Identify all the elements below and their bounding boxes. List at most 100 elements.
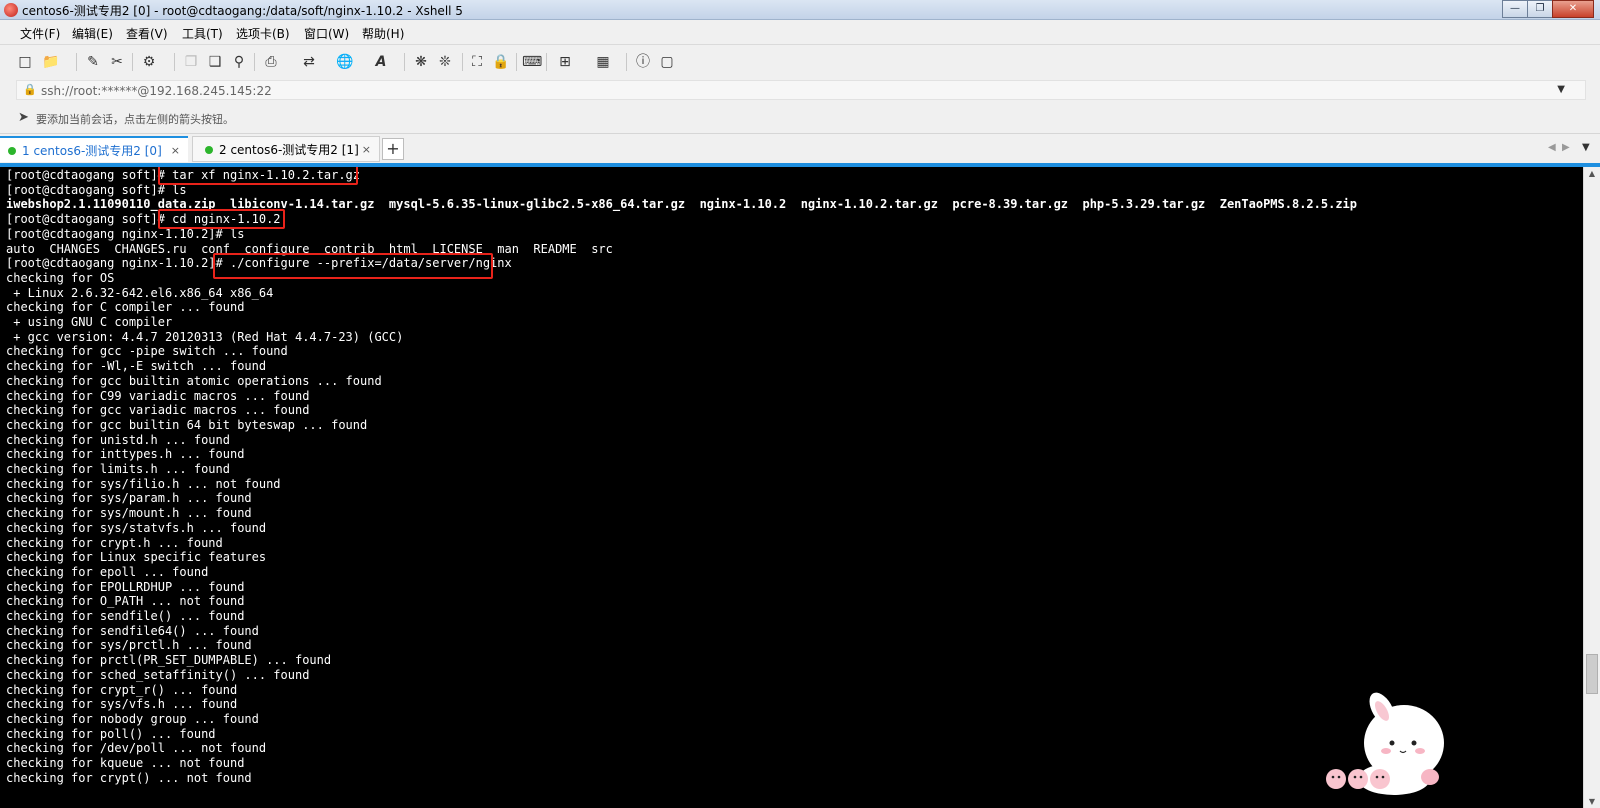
transfer-icon[interactable]: ⇄ <box>300 54 318 70</box>
terminal-line: checking for nobody group ... found <box>6 711 259 726</box>
toolbar-separator <box>516 53 517 71</box>
keyboard-icon[interactable]: ⌨ <box>522 54 542 70</box>
lock-icon[interactable]: 🔒 <box>492 54 510 70</box>
bunny-mascot-image <box>1326 692 1444 795</box>
menu-view[interactable]: 查看(V) <box>126 25 168 42</box>
terminal-line: checking for /dev/poll ... not found <box>6 741 267 756</box>
address-input[interactable]: 🔒 ssh://root:******@192.168.245.145:22 ▼ <box>16 80 1586 100</box>
terminal-line: checking for gcc -pipe switch ... found <box>6 344 288 359</box>
xmanager-icon[interactable]: ❊ <box>436 54 454 70</box>
terminal-line: checking for Linux specific features <box>6 550 267 565</box>
terminal-line: checking for O_PATH ... not found <box>6 594 245 609</box>
arrow-cursor-icon[interactable]: ➤ <box>18 110 29 125</box>
terminal-line: checking for sys/prctl.h ... found <box>6 638 252 653</box>
toolbar-separator <box>626 53 627 71</box>
tab-prev-icon[interactable]: ◀ <box>1548 142 1556 153</box>
lock-icon: 🔒 <box>23 83 37 96</box>
terminal-line: checking for prctl(PR_SET_DUMPABLE) ... … <box>6 653 332 668</box>
tab-label: 1 centos6-测试专用2 [0] <box>22 144 162 158</box>
print-icon[interactable]: ⎙ <box>262 54 280 70</box>
add-tab-button[interactable]: + <box>382 138 404 160</box>
terminal-line: checking for sched_setaffinity() ... fou… <box>6 667 310 682</box>
session-hint-bar: ➤ 要添加当前会话，点击左侧的箭头按钮。 <box>0 102 1600 134</box>
new-session-icon[interactable]: □ <box>16 54 34 70</box>
layout-icon[interactable]: ▦ <box>594 54 612 70</box>
window-controls: — ❐ ✕ <box>1502 0 1594 18</box>
terminal-line: checking for OS <box>6 270 115 285</box>
scrollbar-thumb[interactable] <box>1586 654 1598 694</box>
tab-list-icon[interactable]: ▼ <box>1582 142 1590 153</box>
menu-edit[interactable]: 编辑(E) <box>72 25 113 42</box>
chevron-down-icon[interactable]: ▼ <box>1557 84 1565 95</box>
chat-icon[interactable]: ▢ <box>658 54 676 70</box>
terminal-line: + gcc version: 4.4.7 20120313 (Red Hat 4… <box>6 329 404 344</box>
terminal-line: checking for sys/mount.h ... found <box>6 506 252 521</box>
terminal-line: checking for kqueue ... not found <box>6 756 245 770</box>
copy-icon[interactable]: ❐ <box>182 54 200 70</box>
menu-tools[interactable]: 工具(T) <box>182 25 223 42</box>
toolbar-separator <box>76 53 77 71</box>
scroll-up-icon[interactable]: ▲ <box>1584 169 1600 178</box>
terminal-area[interactable]: [root@cdtaogang soft]# tar xf nginx-1.10… <box>0 167 1583 808</box>
menu-file[interactable]: 文件(F) <box>20 25 60 42</box>
terminal-line: checking for C compiler ... found <box>6 300 245 315</box>
address-value: ssh://root:******@192.168.245.145:22 <box>41 84 272 98</box>
window-title: centos6-测试专用2 [0] - root@cdtaogang:/data… <box>22 4 463 18</box>
terminal-scrollbar[interactable]: ▲ ▼ <box>1583 167 1600 808</box>
terminal-line: checking for gcc builtin atomic operatio… <box>6 373 382 388</box>
terminal-line: checking for gcc builtin 64 bit byteswap… <box>6 417 368 432</box>
tab-close-button[interactable]: × <box>362 137 371 163</box>
terminal-line: [root@cdtaogang nginx-1.10.2]# ls <box>6 226 245 241</box>
tab-close-button[interactable]: × <box>171 138 180 164</box>
open-folder-icon[interactable]: 📁 <box>42 54 60 70</box>
toolbar-separator <box>462 53 463 71</box>
terminal-line: checking for sendfile() ... found <box>6 609 245 623</box>
find-icon[interactable]: ⚲ <box>230 54 248 70</box>
terminal-line: checking for poll() ... found <box>6 726 216 741</box>
scroll-down-icon[interactable]: ▼ <box>1584 797 1600 806</box>
toolbar-separator <box>132 53 133 71</box>
font-icon[interactable]: A <box>372 54 390 70</box>
terminal-line: checking for sys/filio.h ... not found <box>6 476 281 491</box>
compose-icon[interactable]: ⊞ <box>556 54 574 70</box>
connected-status-icon <box>8 147 16 155</box>
terminal-line: checking for limits.h ... found <box>6 462 230 476</box>
xshell-window: centos6-测试专用2 [0] - root@cdtaogang:/data… <box>0 0 1600 808</box>
tab-session-1[interactable]: 1 centos6-测试专用2 [0] × <box>0 136 188 162</box>
terminal-line: checking for gcc variadic macros ... fou… <box>6 403 310 418</box>
properties-icon[interactable]: ⚙ <box>140 54 158 70</box>
globe-icon[interactable]: 🌐 <box>336 54 354 70</box>
toolbar-separator <box>546 53 547 71</box>
toolbar-separator <box>174 53 175 71</box>
toolbar-separator <box>254 53 255 71</box>
connect-icon[interactable]: ✎ <box>84 54 102 70</box>
tab-bar: 1 centos6-测试专用2 [0] × 2 centos6-测试专用2 [1… <box>0 134 1600 164</box>
terminal-line: checking for sendfile64() ... found <box>6 623 259 638</box>
minimize-button[interactable]: — <box>1502 0 1528 18</box>
terminal-line: + using GNU C compiler <box>6 315 173 329</box>
address-bar: 🔒 ssh://root:******@192.168.245.145:22 ▼ <box>0 78 1600 102</box>
session-hint-text: 要添加当前会话，点击左侧的箭头按钮。 <box>36 113 234 126</box>
tab-next-icon[interactable]: ▶ <box>1562 142 1570 153</box>
help-icon[interactable]: ⓘ <box>634 54 652 70</box>
tab-session-2[interactable]: 2 centos6-测试专用2 [1] × <box>192 136 380 162</box>
terminal-line: checking for unistd.h ... found <box>6 432 230 447</box>
terminal-line: checking for -Wl,-E switch ... found <box>6 359 267 374</box>
terminal-line: checking for C99 variadic macros ... fou… <box>6 388 310 403</box>
menu-help[interactable]: 帮助(H) <box>362 25 404 42</box>
restore-button[interactable]: ❐ <box>1527 0 1553 18</box>
menu-tabs[interactable]: 选项卡(B) <box>236 25 290 42</box>
xshell-logo-icon <box>4 3 18 17</box>
highlight-box-configure <box>213 253 493 279</box>
highlight-box-tar <box>158 167 358 185</box>
terminal-line: checking for sys/statvfs.h ... found <box>6 520 267 535</box>
fullscreen-icon[interactable]: ⛶ <box>468 54 486 70</box>
close-button[interactable]: ✕ <box>1552 0 1594 18</box>
toolbar: □ 📁 ✎ ✂ ⚙ ❐ ❑ ⚲ ⎙ ⇄ 🌐 A ❋ ❊ ⛶ 🔒 ⌨ ⊞ ▦ ⓘ … <box>0 44 1600 78</box>
menu-window[interactable]: 窗口(W) <box>304 25 349 42</box>
xftp-icon[interactable]: ❋ <box>412 54 430 70</box>
terminal-line: + Linux 2.6.32-642.el6.x86_64 x86_64 <box>6 285 274 300</box>
disconnect-icon[interactable]: ✂ <box>108 54 126 70</box>
terminal-line: checking for sys/vfs.h ... found <box>6 697 238 712</box>
paste-icon[interactable]: ❑ <box>206 54 224 70</box>
